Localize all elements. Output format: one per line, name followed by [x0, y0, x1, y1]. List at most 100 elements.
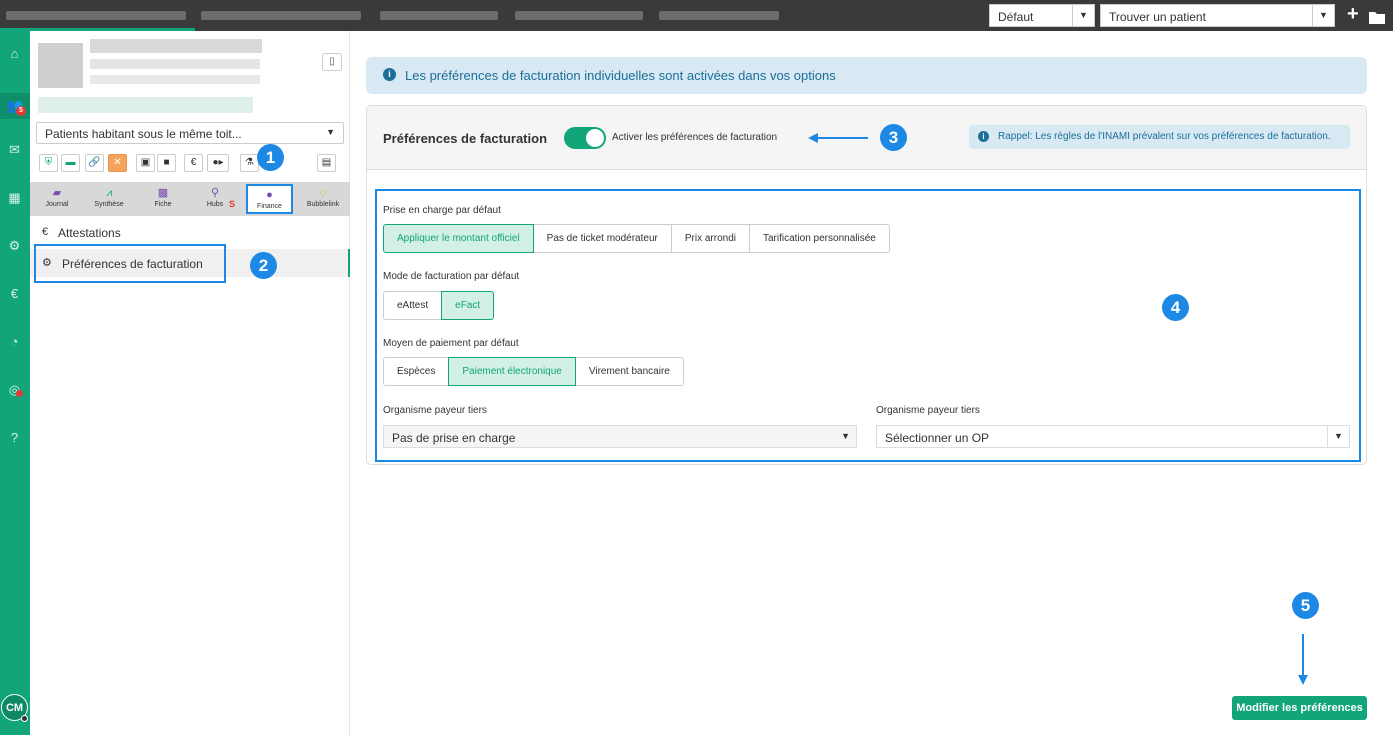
- patient-panel: ▯ Patients habitant sous le même toit...…: [30, 31, 350, 735]
- payment-option[interactable]: Virement bancaire: [574, 357, 684, 386]
- third-party-label: Organisme payeur tiers: [383, 405, 487, 416]
- clipboard-icon[interactable]: ▣: [136, 154, 155, 172]
- tab-blurred[interactable]: [201, 11, 361, 20]
- tab-label: Hubs: [206, 201, 224, 208]
- patient-photo-blurred: [38, 43, 83, 88]
- annotation-badge-5: 5: [1292, 592, 1319, 619]
- settings-icon[interactable]: ⚙: [6, 237, 23, 254]
- tab-label: Synthèse: [94, 201, 124, 208]
- third-party-op-placeholder: Sélectionner un OP: [885, 431, 990, 445]
- pdf-icon[interactable]: ▤: [317, 154, 336, 172]
- coverage-button-group: Appliquer le montant officiel Pas de tic…: [383, 224, 890, 253]
- network-icon: ⚲: [210, 187, 220, 199]
- reminder-text: Rappel: Les règles de l'INAMI prévalent …: [998, 131, 1331, 142]
- patient-search-placeholder: Trouver un patient: [1109, 10, 1206, 24]
- left-rail: ⌂ 👥 ✉ ▦ ⚙ € ◔ ◎ ?: [0, 31, 30, 735]
- folder-icon[interactable]: [1369, 8, 1386, 29]
- toggle-label: Activer les préférences de facturation: [612, 132, 778, 143]
- tab-label: Bubblelink: [306, 201, 340, 208]
- patient-info-blurred: [90, 75, 260, 84]
- info-icon: i: [978, 131, 989, 142]
- annotation-badge-1: 1: [257, 144, 284, 171]
- pills-icon[interactable]: ●▸: [207, 154, 229, 172]
- tab-blurred[interactable]: [515, 11, 643, 20]
- euro-icon[interactable]: €: [184, 154, 203, 172]
- home-icon[interactable]: ⌂: [6, 45, 23, 62]
- link-icon[interactable]: 🔗: [85, 154, 104, 172]
- tab-journal[interactable]: ▰ Journal: [32, 184, 82, 214]
- shield-icon[interactable]: ⛨: [39, 154, 58, 172]
- household-select[interactable]: Patients habitant sous le même toit... ▼: [36, 122, 344, 144]
- annotation-arrow-head: [808, 133, 818, 143]
- chevron-down-icon: ▼: [1312, 5, 1334, 26]
- billing-mode-option[interactable]: eFact: [441, 291, 495, 320]
- inami-reminder: i Rappel: Les règles de l'INAMI prévalen…: [969, 125, 1350, 149]
- help-icon[interactable]: ?: [6, 429, 23, 446]
- euro-icon[interactable]: €: [6, 285, 23, 302]
- patient-search-input[interactable]: Trouver un patient ▼: [1100, 4, 1335, 27]
- patient-contact-blurred: [38, 97, 253, 113]
- note-icon[interactable]: ■: [157, 154, 176, 172]
- chevron-down-icon: ▼: [326, 127, 335, 137]
- tab-hubs[interactable]: ⚲ Hubs S: [190, 184, 240, 214]
- mail-badge: 5: [16, 106, 26, 116]
- billing-preferences-toggle[interactable]: [564, 127, 606, 149]
- patient-tabs: ▰ Journal ⩘ Synthèse ▩ Fiche ⚲ Hubs S ● …: [30, 182, 350, 216]
- phone-icon[interactable]: ▯: [322, 53, 342, 71]
- chart-pie-icon[interactable]: ◔: [6, 333, 23, 350]
- billing-mode-label: Mode de facturation par défaut: [383, 271, 520, 282]
- notification-dot: [16, 390, 23, 397]
- third-party-select-value: Pas de prise en charge: [392, 431, 516, 445]
- menu-item-attestations[interactable]: € Attestations: [30, 224, 350, 242]
- tab-blurred[interactable]: [6, 11, 186, 20]
- tab-label: Fiche: [154, 201, 172, 208]
- coverage-option[interactable]: Prix arrondi: [670, 224, 750, 253]
- third-party-op-select[interactable]: Sélectionner un OP ▼: [876, 425, 1350, 448]
- annotation-badge-2: 2: [250, 252, 277, 279]
- payment-option[interactable]: Paiement électronique: [448, 357, 576, 386]
- calendar-icon[interactable]: ▦: [6, 189, 23, 206]
- finance-icon: ●: [266, 189, 273, 201]
- household-select-value: Patients habitant sous le même toit...: [45, 127, 242, 141]
- card-icon[interactable]: ▬: [61, 154, 80, 172]
- coverage-option[interactable]: Tarification personnalisée: [748, 224, 890, 253]
- id-card-icon: ▩: [157, 187, 169, 199]
- top-bar: Défaut ▼ Trouver un patient ▼ +: [0, 0, 1393, 31]
- info-banner-text: Les préférences de facturation individue…: [405, 68, 836, 83]
- tab-label: Finance: [257, 203, 282, 210]
- modify-preferences-button[interactable]: Modifier les préférences: [1232, 696, 1367, 720]
- info-icon: i: [383, 68, 396, 81]
- coverage-option[interactable]: Appliquer le montant officiel: [383, 224, 534, 253]
- third-party-select[interactable]: Pas de prise en charge ▼: [383, 425, 857, 448]
- tab-blurred[interactable]: [380, 11, 498, 20]
- tab-finance[interactable]: ● Finance: [246, 184, 293, 214]
- payment-option[interactable]: Espèces: [383, 357, 450, 386]
- hubs-status-badge: S: [228, 199, 235, 209]
- third-party-op-label: Organisme payeur tiers: [876, 405, 980, 416]
- tab-synthese[interactable]: ⩘ Synthèse: [84, 184, 134, 214]
- bubblelink-icon: ◌: [319, 187, 327, 199]
- tab-bubblelink[interactable]: ◌ Bubblelink: [298, 184, 348, 214]
- annotation-badge-3: 3: [880, 124, 907, 151]
- coverage-option[interactable]: Pas de ticket modérateur: [532, 224, 672, 253]
- payment-label: Moyen de paiement par défaut: [383, 338, 519, 349]
- mail-icon[interactable]: ✉: [6, 141, 23, 158]
- plus-icon[interactable]: +: [1347, 3, 1359, 26]
- profile-select-value: Défaut: [998, 10, 1034, 24]
- users-icon[interactable]: 👥: [0, 93, 30, 119]
- tab-blurred[interactable]: [659, 11, 779, 20]
- chevron-down-icon: ▼: [1327, 426, 1349, 447]
- folder-icon: ▰: [52, 187, 62, 199]
- profile-select[interactable]: Défaut ▼: [989, 4, 1095, 27]
- menu-item-label: Attestations: [58, 226, 121, 240]
- tab-fiche[interactable]: ▩ Fiche: [138, 184, 188, 214]
- chevron-down-icon: ▼: [841, 431, 850, 441]
- highlight-box-2: [34, 244, 226, 283]
- annotation-arrow: [816, 137, 868, 139]
- payment-button-group: Espèces Paiement électronique Virement b…: [383, 357, 684, 386]
- tab-label: Journal: [45, 201, 69, 208]
- billing-mode-option[interactable]: eAttest: [383, 291, 443, 320]
- annotation-arrow-head: [1298, 675, 1308, 685]
- folder-x-icon[interactable]: ✕: [108, 154, 127, 172]
- info-banner: i Les préférences de facturation individ…: [366, 57, 1367, 94]
